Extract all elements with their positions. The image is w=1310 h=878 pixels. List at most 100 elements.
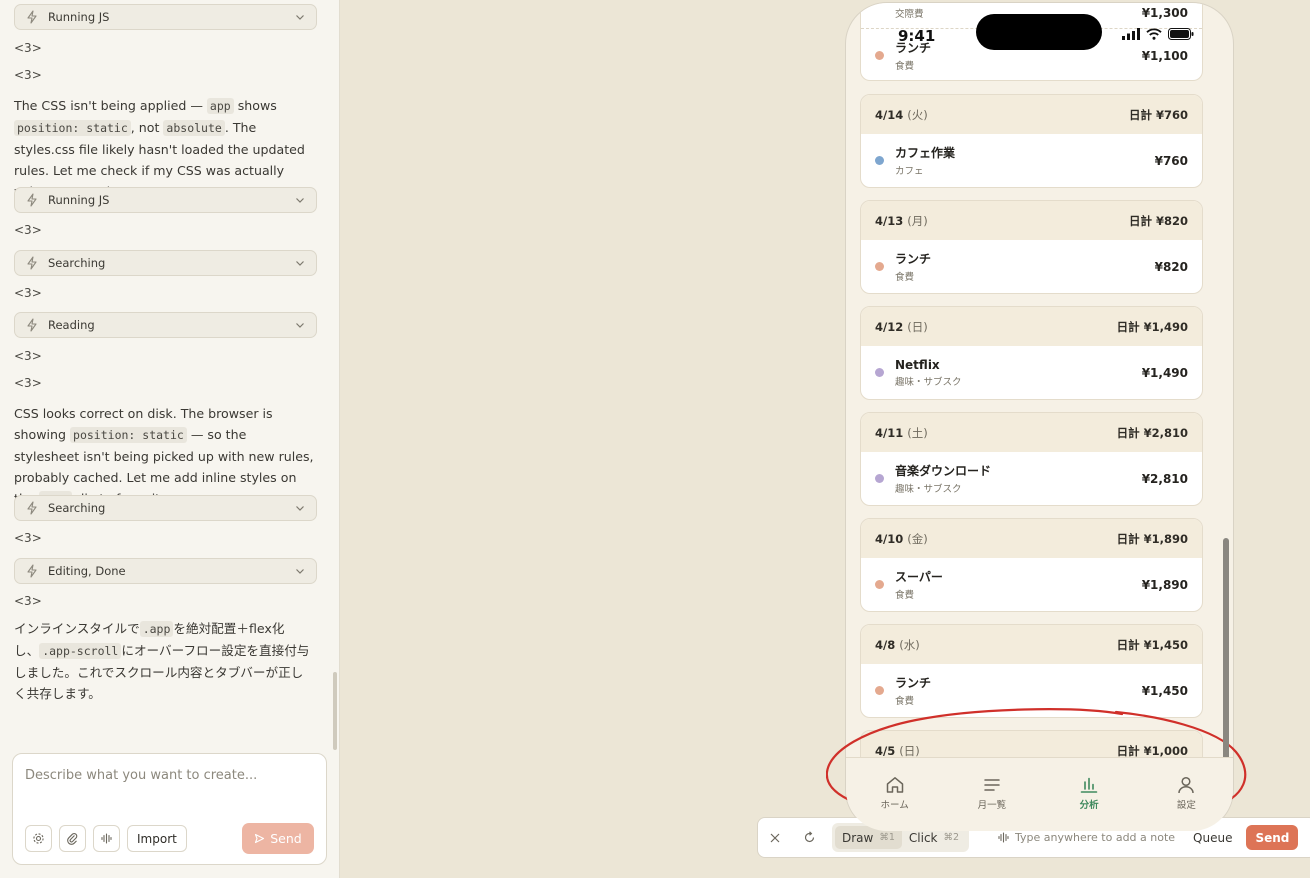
day-weekday: (金) [907,531,928,546]
tool-step-running-js-2[interactable]: Running JS [14,187,317,213]
tool-step-searching-1[interactable]: Searching [14,250,317,276]
chevron-down-icon [294,319,306,331]
expense-category: 趣味・サブスク [895,376,962,388]
wifi-icon [1146,28,1162,40]
day-card: 4/11 (土) 日計 ¥2,810 音楽ダウンロード 趣味・サブスク ¥2,810 [860,412,1203,506]
message-tag: <3> [14,41,42,55]
day-total: 日計 ¥2,810 [1116,425,1188,440]
bolt-icon [25,193,39,207]
day-header: 4/8 (水) 日計 ¥1,450 [861,625,1202,664]
day-total: 日計 ¥1,890 [1116,531,1188,546]
day-weekday: (火) [907,107,928,122]
settings-button[interactable] [25,825,52,852]
tool-step-searching-2[interactable]: Searching [14,495,317,521]
bolt-icon [25,10,39,24]
tool-step-label: Running JS [48,10,110,24]
reset-button[interactable] [792,817,826,858]
tool-step-reading[interactable]: Reading [14,312,317,338]
expense-amount: ¥1,890 [1141,577,1188,592]
expense-row[interactable]: カフェ作業 カフェ ¥760 [861,134,1202,187]
tab-analysis[interactable]: 分析 [1041,758,1138,831]
tab-settings[interactable]: 設定 [1138,758,1233,831]
waveform-icon [997,832,1009,843]
expense-row[interactable]: Netflix 趣味・サブスク ¥1,490 [861,346,1202,399]
expense-category: 食費 [895,590,915,601]
expense-category: 趣味・サブスク [895,484,962,495]
import-button[interactable]: Import [127,825,187,852]
expense-amount: ¥1,490 [1141,365,1188,380]
tool-step-label: Running JS [48,193,110,207]
category-dot [875,262,884,271]
category-dot [875,580,884,589]
battery-icon [1168,28,1194,40]
category-dot [875,368,884,377]
expense-row[interactable]: ランチ食費 ¥820 [861,240,1202,293]
message-tag: <3> [14,286,42,300]
day-date: 4/12 [875,319,904,334]
expense-row[interactable]: 音楽ダウンロード 趣味・サブスク ¥2,810 [861,452,1202,505]
tool-step-running-js-1[interactable]: Running JS [14,4,317,30]
tab-monthly-list[interactable]: 月一覧 [943,758,1040,831]
tab-bar: ホーム 月一覧 分析 設定 [846,757,1233,831]
category-dot [875,474,884,483]
expense-amount: ¥2,810 [1141,471,1188,486]
day-card: 4/8 (水) 日計 ¥1,450 ランチ 食費 ¥1,450 [860,624,1203,718]
day-weekday: (日) [899,743,920,758]
day-date: 4/5 [875,743,896,758]
click-label: Click [908,830,938,845]
note-send-button[interactable]: Send [1246,825,1299,850]
day-card: 4/12 (日) 日計 ¥1,490 Netflix 趣味・サブスク ¥1,490 [860,306,1203,400]
message-tag: <3> [14,68,42,82]
close-icon [770,833,780,842]
day-date: 4/13 [875,213,904,228]
chat-scrollbar[interactable] [333,672,337,750]
day-total: 日計 ¥1,490 [1116,319,1188,334]
expense-row[interactable]: スーパー 食費 ¥1,890 [861,558,1202,611]
expense-row[interactable]: ランチ 食費 ¥1,450 [861,664,1202,717]
day-header: 4/12 (日) 日計 ¥1,490 [861,307,1202,346]
expense-name: 音楽ダウンロード [895,464,992,478]
day-card: 4/10 (金) 日計 ¥1,890 スーパー 食費 ¥1,890 [860,518,1203,612]
expense-name: ランチ [895,252,932,266]
queue-button[interactable]: Queue [1193,831,1232,845]
expense-amount: ¥760 [1154,153,1188,168]
close-button[interactable] [758,817,792,858]
assistant-message: The CSS isn't being applied — app shows … [14,98,305,199]
tab-home[interactable]: ホーム [846,758,943,831]
send-button[interactable]: Send [242,823,314,854]
refresh-icon [804,831,814,843]
phone-preview: 9:41 交際費 ¥1,300 ランチ 食費 ¥1,100 4/14 (火) 日… [845,2,1234,832]
chevron-down-icon [294,565,306,577]
message-tag: <3> [14,349,42,363]
gear-icon [33,833,44,844]
message-tag: <3> [14,531,42,545]
expense-name: Netflix [895,357,940,372]
note-input[interactable] [1015,831,1188,844]
status-time: 9:41 [898,27,936,45]
expense-amount: ¥820 [1154,259,1188,274]
day-weekday: (水) [899,637,920,652]
attach-button[interactable] [59,825,86,852]
click-shortcut: ⌘2 [943,832,960,843]
bolt-icon [25,564,39,578]
expense-amount: ¥1,100 [1141,48,1188,63]
tool-step-label: Reading [48,318,95,332]
bar-chart-icon [1080,777,1098,793]
list-icon [984,779,1000,791]
waveform-icon [101,833,112,844]
expense-category: 食費 [895,272,915,283]
user-icon [1178,776,1195,794]
prompt-input[interactable] [25,768,315,783]
tab-label: 月一覧 [977,800,1007,811]
category-dot [875,51,884,60]
paperclip-icon [67,833,78,845]
assistant-message: CSS looks correct on disk. The browser i… [14,403,314,510]
expense-name: ランチ [895,676,932,690]
phone-scrollbar[interactable] [1223,538,1229,760]
bolt-icon [25,501,39,515]
signal-icon [1122,28,1140,40]
tool-step-editing-done[interactable]: Editing, Done [14,558,317,584]
draw-shortcut: ⌘1 [879,832,895,843]
voice-button[interactable] [93,825,120,852]
day-header: 4/14 (火) 日計 ¥760 [861,95,1202,134]
